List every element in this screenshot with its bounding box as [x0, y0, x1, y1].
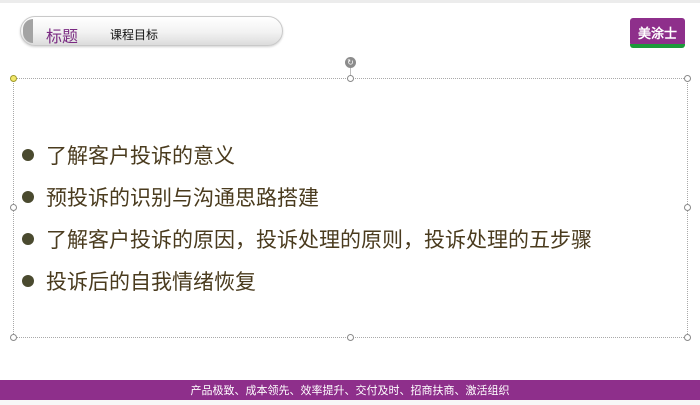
footer-edge: [0, 400, 700, 405]
list-item-text: 了解客户投诉的原因，投诉处理的原则，投诉处理的五步骤: [46, 228, 592, 252]
resize-handle-middle-left[interactable]: [10, 204, 17, 211]
footer-slogan: 产品极致、成本领先、效率提升、交付及时、招商扶商、激活组织: [190, 384, 510, 397]
bullet-icon: [22, 275, 34, 287]
slide-page: 标题 课程目标 美涂士 ↻ 了解客户投诉的意义 预投诉的识别与沟通思路搭建 了解…: [0, 0, 700, 405]
resize-handle-bottom-left[interactable]: [10, 334, 17, 341]
resize-handle-top-left[interactable]: [10, 75, 17, 82]
title-label: 标题: [46, 27, 79, 46]
list-item[interactable]: 了解客户投诉的原因，投诉处理的原则，投诉处理的五步骤: [22, 218, 592, 260]
resize-handle-bottom-right[interactable]: [684, 334, 691, 341]
list-item-text: 了解客户投诉的意义: [46, 144, 235, 168]
resize-handle-top-center[interactable]: [347, 75, 354, 82]
slide-title[interactable]: 课程目标: [110, 26, 158, 43]
brand-logo: 美涂士: [630, 18, 685, 46]
brand-logo-text: 美涂士: [637, 26, 677, 42]
bullet-icon: [22, 191, 34, 203]
rotate-icon[interactable]: ↻: [345, 57, 356, 68]
bullet-list[interactable]: 了解客户投诉的意义 预投诉的识别与沟通思路搭建 了解客户投诉的原因，投诉处理的原…: [22, 134, 592, 302]
footer-banner: 产品极致、成本领先、效率提升、交付及时、招商扶商、激活组织: [0, 380, 700, 400]
resize-handle-middle-right[interactable]: [684, 204, 691, 211]
title-bar-cap: [23, 19, 33, 43]
list-item-text: 投诉后的自我情绪恢复: [46, 270, 256, 294]
resize-handle-top-right[interactable]: [684, 75, 691, 82]
list-item[interactable]: 了解客户投诉的意义: [22, 134, 592, 176]
bullet-icon: [22, 149, 34, 161]
list-item[interactable]: 投诉后的自我情绪恢复: [22, 260, 592, 302]
brand-logo-stripe: [630, 44, 685, 48]
resize-handle-bottom-center[interactable]: [347, 334, 354, 341]
bullet-icon: [22, 233, 34, 245]
list-item-text: 预投诉的识别与沟通思路搭建: [46, 186, 319, 210]
top-divider: [0, 0, 700, 3]
title-bar: 标题 课程目标: [20, 16, 283, 46]
list-item[interactable]: 预投诉的识别与沟通思路搭建: [22, 176, 592, 218]
